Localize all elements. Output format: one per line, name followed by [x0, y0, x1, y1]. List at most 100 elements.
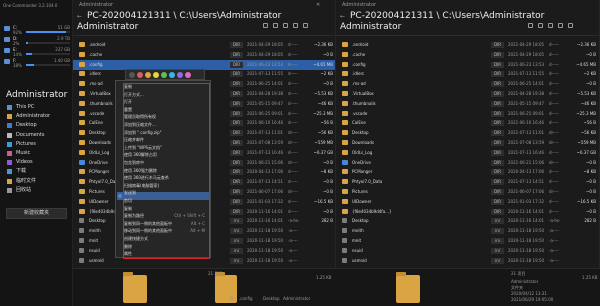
file-row[interactable]: .ms-ad DIR 2021-06-25 14:01 d----- ~0 B	[336, 79, 599, 89]
file-row[interactable]: .VirtualBox DIR 2021-04-28 19:38 d----- ~5.5…	[336, 89, 599, 99]
file-row[interactable]: .vscode DIR 2021-06-25 09:01 d----- ~25.3 MB	[336, 109, 599, 119]
left-back-icon[interactable]: ←	[77, 13, 82, 20]
drive-item[interactable]: D: 2.9 TB 2%	[4, 36, 70, 46]
right-tab[interactable]: Administrator	[342, 2, 376, 8]
filter-icon[interactable]	[283, 23, 288, 28]
highlight-box	[123, 83, 210, 259]
file-type-tag: DIR	[230, 169, 243, 176]
drive-item[interactable]: E: 237 GB 14%	[4, 47, 70, 57]
file-attributes: d-----	[288, 110, 298, 116]
file-type-tag: DIR	[491, 42, 504, 48]
file-row[interactable]: OneDrive DIR 2021-06-21 15:06 dr---- ~0 B	[336, 158, 599, 168]
file-row[interactable]: Downloads DIR 2021-07-08 13:59 dr---- ~559 M…	[336, 138, 599, 148]
left-path-bar[interactable]: PC-20200412131​1 \ C:\Users\Administrato…	[87, 11, 281, 22]
sidebar-item[interactable]: 回收站	[7, 187, 69, 194]
file-size: ~0 B	[323, 179, 333, 185]
menu-icon[interactable]	[558, 23, 563, 28]
drive-usage-bar	[26, 64, 70, 66]
color-tag-swatch[interactable]	[161, 71, 167, 78]
file-row[interactable]: Desktop DIR 2021-07-13 11:01 dr---- ~56 KB	[336, 128, 599, 138]
file-date: 2021-07-13 16:46	[247, 149, 284, 155]
sort-icon[interactable]	[273, 23, 278, 28]
file-attributes: dr----	[549, 130, 559, 136]
folder-icon	[342, 51, 348, 57]
file-name: .VirtualBox	[352, 91, 374, 96]
sidebar-item[interactable]: Documents	[7, 132, 69, 139]
file-row[interactable]: CalEne DIR 2021-06-10 16:46 d----- ~56 B	[336, 118, 599, 128]
color-tag-swatch[interactable]	[153, 71, 159, 78]
folder-icon	[79, 100, 85, 106]
drive-item[interactable]: F: 1.40 GB 18%	[4, 58, 70, 68]
file-name: UIDowner	[89, 198, 109, 204]
file-name: .ms-ad	[89, 81, 103, 87]
folder-icon	[79, 159, 85, 165]
sidebar-item[interactable]: Pictures	[7, 141, 69, 148]
color-tag-swatch[interactable]	[137, 71, 143, 78]
sidebar-item[interactable]: Music	[7, 150, 69, 157]
file-name: mnit	[352, 238, 362, 243]
color-tag-swatch[interactable]	[145, 71, 151, 78]
file-row[interactable]: OldLs_Log DIR 2021-07-13 16:46 d----- ~6.37 …	[336, 148, 599, 158]
file-row[interactable]: Phtyol7.0_Data DIR 2021-07-13 14:51 d----- ~…	[336, 177, 599, 187]
file-row[interactable]: .android DIR 2021-04-29 18:05 d----- ~2.36 K…	[73, 40, 335, 50]
file-size: ~2 KB	[583, 71, 596, 77]
file-row[interactable]: Desktop ini 2020-11-16 14:01 -a-hs- 282 B	[336, 216, 599, 226]
color-tag-swatch[interactable]	[129, 71, 135, 78]
sidebar-item-icon	[7, 169, 12, 175]
file-row[interactable]: UIDowner DIR 2021-01-03 17:32 d----- ~16.5 K…	[336, 197, 599, 207]
file-attributes: dr----	[549, 159, 559, 165]
menu-icon[interactable]	[293, 23, 298, 28]
new-workspace-button[interactable]: 新建收藏夹	[6, 208, 67, 219]
file-date: 2020-11-18 19:50	[508, 238, 545, 243]
left-tab-close-icon[interactable]: ✕	[316, 2, 320, 8]
file-name: mnith	[352, 228, 364, 234]
file-type-tag: ini	[230, 257, 243, 264]
file-attributes: dr----	[288, 130, 298, 136]
sidebar-item[interactable]: 临时文件	[7, 178, 69, 185]
color-tag-swatch[interactable]	[177, 71, 183, 78]
folder-icon	[342, 42, 348, 47]
file-row[interactable]: Pictures DIR 2021-06-07 17:06 dr---- ~0 B	[336, 187, 599, 197]
file-row[interactable]: {f8e4034b9d4fa...} DIR 2020-11-16 14:01 d--…	[336, 207, 599, 217]
left-status-count: 21 项目	[208, 271, 223, 276]
settings-icon[interactable]	[568, 23, 573, 28]
color-tag-swatch[interactable]	[169, 71, 175, 78]
file-date: 2021-01-03 17:32	[508, 198, 545, 204]
file-row[interactable]: mnith ini 2020-11-18 19:50 -a----	[336, 226, 599, 236]
file-row[interactable]: PCManger DIR 2020-04-13 17:06 d----- ~8 KB	[336, 167, 599, 177]
file-size: ~56 B	[320, 120, 333, 126]
sidebar-item[interactable]: This PC	[7, 104, 69, 111]
sidebar-item[interactable]: Administrator	[7, 113, 69, 120]
file-attributes: d-----	[288, 179, 298, 185]
file-row[interactable]: .thumbnails DIR 2021-05-15 09:47 d----- ~46 …	[336, 99, 599, 109]
file-row[interactable]: .config DIR 2021-06-23 13:53 d----- ~4.65 MB	[336, 60, 599, 70]
file-row[interactable]: nsuid ini 2020-11-18 19:50 -a----	[336, 246, 599, 256]
sidebar-item[interactable]: 下载	[7, 168, 69, 175]
sort-icon[interactable]	[538, 23, 543, 28]
drive-item[interactable]: C: 51 GB 92%	[4, 25, 70, 35]
file-row[interactable]: mnit ini 2020-11-18 19:50 -a----	[336, 236, 599, 246]
view-icon[interactable]	[528, 23, 533, 28]
drive-usage-bar	[26, 42, 70, 44]
file-size: ~559 MB	[577, 140, 596, 145]
filter-icon[interactable]	[548, 23, 553, 28]
trash-icon[interactable]: 🗑	[229, 296, 234, 301]
file-row[interactable]: .android DIR 2021-04-29 18:05 d----- ~2.36 K…	[336, 40, 599, 50]
right-path-bar[interactable]: PC-20200412131​1 \ C:\Users\Administrato…	[350, 11, 544, 22]
file-row[interactable]: .cache DIR 2021-04-29 18:05 d----- ~0 B	[336, 50, 599, 60]
file-attributes: d-----	[549, 120, 559, 126]
file-size: 282 B	[321, 218, 333, 224]
settings-icon[interactable]	[303, 23, 308, 28]
file-type-tag: ini	[491, 247, 504, 254]
file-type-tag: DIR	[491, 208, 504, 215]
left-tab[interactable]: Administrator	[79, 2, 113, 8]
right-back-icon[interactable]: ←	[340, 13, 345, 20]
file-row[interactable]: .idlerc DIR 2021-07-13 11:55 d----- ~2 KB	[336, 69, 599, 79]
sidebar-item[interactable]: Desktop	[7, 122, 69, 129]
view-icon[interactable]	[263, 23, 268, 28]
file-row[interactable]: usmnid ini 2020-11-18 19:50 -a----	[336, 256, 599, 266]
file-name: CalEne	[352, 120, 366, 126]
color-tag-swatch[interactable]	[185, 71, 191, 78]
sidebar-item[interactable]: Videos	[7, 159, 69, 166]
file-row[interactable]: .cache DIR 2021-04-29 18:05 d----- ~0 B	[73, 50, 335, 60]
